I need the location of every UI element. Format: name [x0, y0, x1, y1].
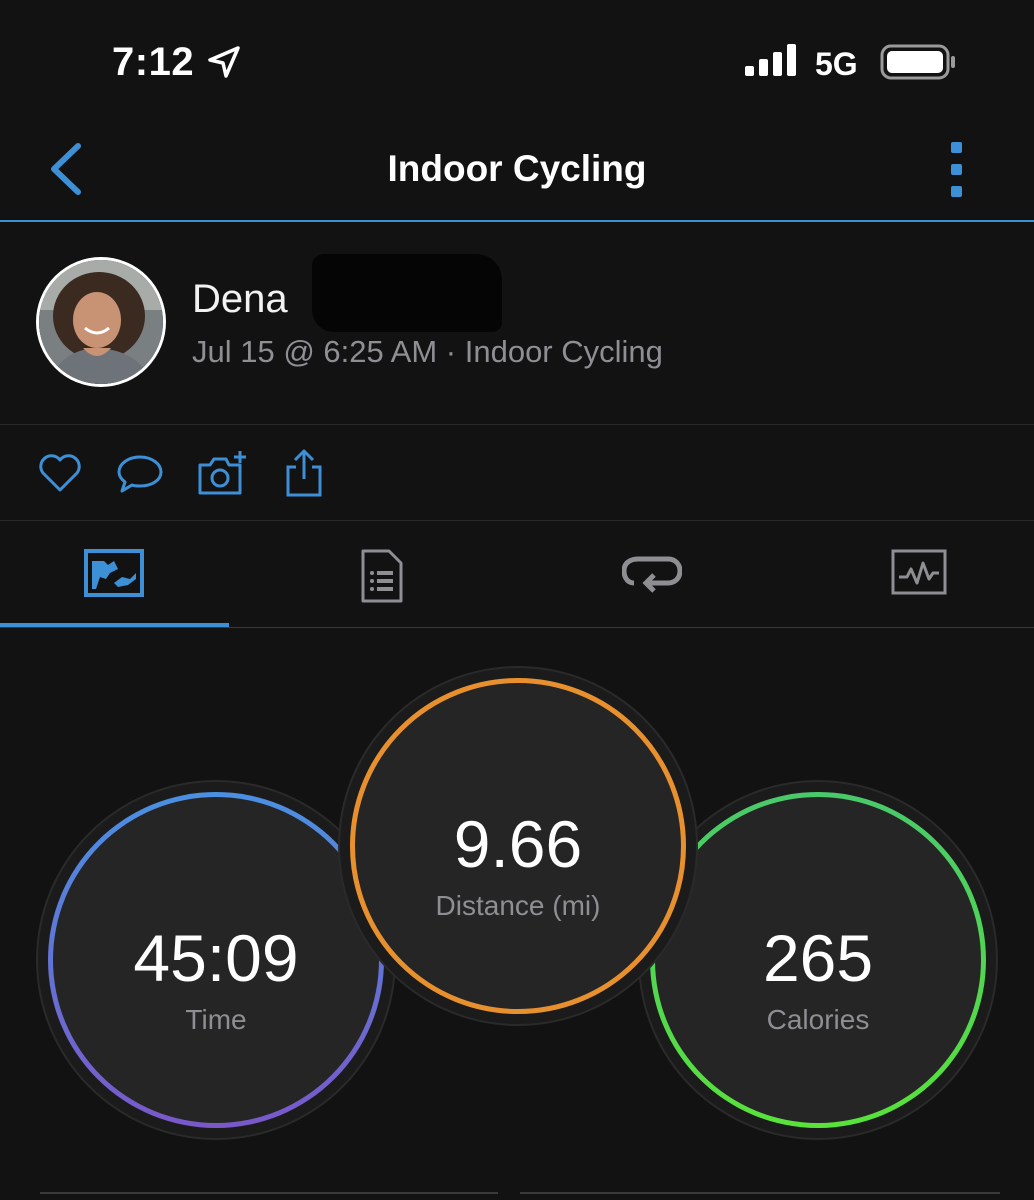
stat-distance-label: Distance (mi)	[435, 890, 601, 921]
divider	[520, 1192, 1000, 1194]
signal-icon	[745, 44, 799, 83]
battery-icon	[880, 44, 958, 85]
tab-details[interactable]	[229, 521, 458, 627]
heart-icon[interactable]	[36, 449, 84, 497]
details-list-icon	[361, 549, 403, 603]
activity-tabs	[0, 521, 1034, 628]
tab-charts[interactable]	[687, 521, 947, 627]
laps-icon	[622, 556, 682, 593]
meta-separator: ·	[445, 334, 457, 369]
avatar[interactable]	[36, 257, 166, 387]
activity-date: Jul 15 @ 6:25 AM	[192, 334, 438, 369]
more-options-icon[interactable]	[940, 140, 974, 200]
stat-distance-value: 9.66	[453, 807, 583, 881]
comment-icon[interactable]	[116, 449, 164, 497]
stat-time-value: 45:09	[133, 921, 299, 995]
stat-time-label: Time	[185, 1004, 247, 1035]
charts-icon	[891, 549, 947, 595]
stat-distance[interactable]: 9.66 Distance (mi)	[350, 678, 686, 1014]
overview-map-icon	[84, 549, 144, 597]
activity-meta: Jul 15 @ 6:25 AM · Indoor Cycling	[192, 334, 663, 370]
stat-calories-label: Calories	[766, 1004, 870, 1035]
tab-overview[interactable]	[0, 521, 229, 627]
share-icon[interactable]	[280, 449, 328, 497]
add-photo-icon[interactable]	[196, 449, 246, 497]
page-title: Indoor Cycling	[387, 148, 647, 189]
social-actions	[0, 425, 1034, 521]
location-arrow-icon	[206, 44, 242, 85]
network-type: 5G	[815, 46, 858, 82]
user-name[interactable]: Dena	[192, 277, 288, 322]
stat-calories[interactable]: 265 Calories	[650, 792, 986, 1128]
tab-laps[interactable]	[458, 521, 687, 627]
stat-time[interactable]: 45:09 Time	[48, 792, 384, 1128]
divider	[40, 1192, 498, 1194]
status-time: 7:12	[112, 40, 195, 84]
activity-type: Indoor Cycling	[464, 334, 663, 369]
redaction-mark	[312, 254, 502, 332]
nav-bar: Indoor Cycling	[0, 120, 1034, 222]
stat-calories-value: 265	[762, 921, 874, 995]
status-bar: 7:12 5G	[0, 0, 1034, 120]
tab-indicator	[0, 623, 229, 627]
activity-header: Dena Jul 15 @ 6:25 AM · Indoor Cycling	[0, 222, 1034, 425]
